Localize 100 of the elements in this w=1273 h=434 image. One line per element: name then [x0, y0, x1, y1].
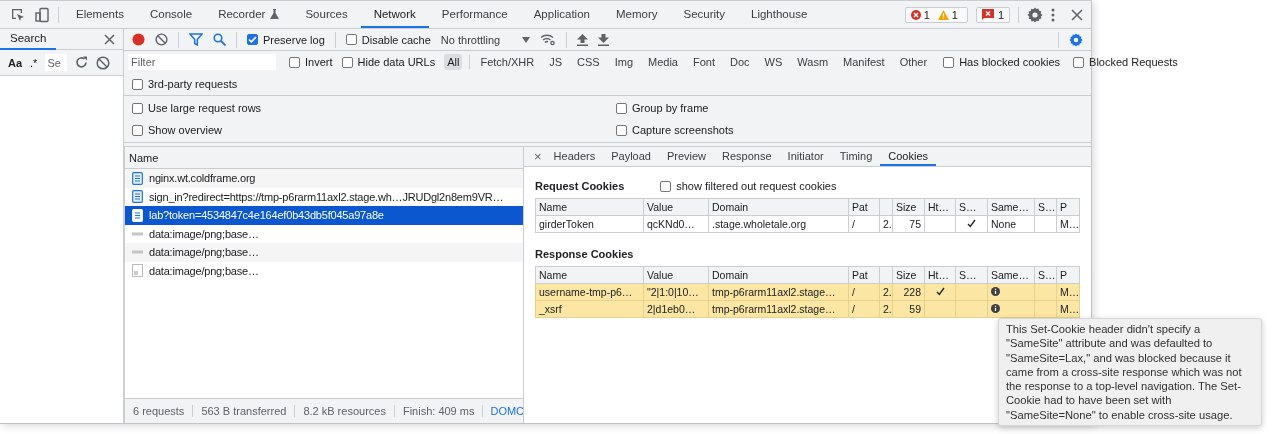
- column-header[interactable]: Name: [125, 147, 523, 169]
- type-filter-button[interactable]: Doc: [727, 54, 753, 70]
- detail-tab[interactable]: Response: [714, 147, 780, 166]
- sidebar-tab[interactable]: Search: [0, 28, 57, 50]
- detail-tab[interactable]: Payload: [603, 147, 659, 166]
- throttling-dropdown[interactable]: No throttling: [440, 33, 531, 46]
- panel-tab[interactable]: Network: [360, 1, 429, 28]
- column-header[interactable]: Same…: [987, 198, 1035, 216]
- panel-tab[interactable]: Sources: [292, 1, 361, 28]
- column-header[interactable]: S…: [1034, 198, 1057, 216]
- type-filter-button[interactable]: JS: [546, 54, 566, 70]
- detail-tab[interactable]: Timing: [831, 147, 881, 166]
- filter-icon[interactable]: [189, 33, 203, 46]
- column-header[interactable]: Ht…: [924, 266, 956, 284]
- inspect-icon[interactable]: [10, 6, 26, 23]
- panel-tab[interactable]: Console: [136, 1, 206, 28]
- column-header[interactable]: Domain: [708, 266, 849, 284]
- request-row[interactable]: sign_in?redirect=https://tmp-p6rarm11axl2.stage.wh…JRUDgl2n8em9VR…: [125, 187, 523, 206]
- setting-checkbox[interactable]: [132, 102, 143, 114]
- column-header[interactable]: P: [1056, 198, 1080, 216]
- flag-icon: [981, 9, 994, 20]
- panel-tab[interactable]: Recorder: [205, 1, 293, 28]
- table-cell: 2.: [879, 215, 893, 233]
- column-header[interactable]: Name: [535, 266, 644, 284]
- preserve-log-checkbox[interactable]: [247, 34, 258, 45]
- type-filter-button[interactable]: WS: [761, 54, 786, 70]
- filter-field[interactable]: Filter: [128, 54, 276, 70]
- column-header[interactable]: S…: [1034, 266, 1057, 284]
- panel-tab[interactable]: Application: [520, 1, 603, 28]
- close-icon[interactable]: [1071, 8, 1083, 21]
- detail-tab[interactable]: Initiator: [779, 147, 832, 166]
- clear-icon[interactable]: [155, 33, 168, 46]
- device-icon[interactable]: [34, 6, 50, 23]
- panel-tab[interactable]: Memory: [602, 1, 671, 28]
- column-header[interactable]: Size: [892, 198, 925, 216]
- panel-tab[interactable]: Lighthouse: [738, 1, 821, 28]
- setting-checkbox[interactable]: [616, 124, 627, 136]
- settings-icon[interactable]: [1027, 6, 1043, 23]
- issues-badge[interactable]: 1: [975, 6, 1010, 23]
- filter-checkbox[interactable]: [289, 56, 300, 68]
- detail-tab[interactable]: Headers: [545, 147, 604, 166]
- request-row[interactable]: data:image/png;base…: [125, 224, 523, 243]
- request-row[interactable]: data:image/png;base…: [125, 243, 523, 262]
- issue-counter[interactable]: 1 1: [904, 6, 968, 23]
- type-filter-button[interactable]: Font: [690, 54, 718, 70]
- show-filtered-checkbox[interactable]: [660, 180, 672, 192]
- column-header[interactable]: S…: [955, 198, 988, 216]
- third-party-checkbox[interactable]: [132, 78, 143, 90]
- column-header[interactable]: Pat: [848, 266, 880, 284]
- column-header[interactable]: Name: [535, 198, 644, 216]
- type-filter-button[interactable]: Fetch/XHR: [477, 54, 538, 70]
- column-header[interactable]: Pat: [848, 198, 880, 216]
- setting-checkbox[interactable]: [132, 124, 143, 136]
- request-row[interactable]: lab?token=4534847c4e164ef0b43db5f045a97a8e: [125, 206, 523, 225]
- disable-cache-checkbox[interactable]: [345, 34, 357, 45]
- column-header[interactable]: Ht…: [924, 198, 956, 216]
- type-filter-button[interactable]: All: [444, 54, 463, 70]
- column-header[interactable]: S…: [955, 266, 988, 284]
- request-row[interactable]: data:image/png;base…: [125, 261, 523, 280]
- clear-icon[interactable]: [96, 55, 111, 70]
- type-filter-button[interactable]: Wasm: [794, 54, 832, 70]
- issue-count: 1: [923, 8, 930, 21]
- type-filter-button[interactable]: Other: [896, 54, 931, 70]
- column-header[interactable]: Value: [643, 198, 709, 216]
- type-filter-button[interactable]: Img: [611, 54, 636, 70]
- wifi-settings-icon[interactable]: [540, 33, 557, 46]
- detail-tab[interactable]: Preview: [658, 147, 715, 166]
- column-header[interactable]: Size: [892, 266, 925, 284]
- upload-icon[interactable]: [577, 33, 589, 46]
- query-input[interactable]: Se: [45, 54, 68, 71]
- panel-tab[interactable]: Security: [670, 1, 738, 28]
- detail-tab[interactable]: Cookies: [880, 147, 937, 166]
- close-icon[interactable]: [104, 33, 115, 45]
- filter-checkbox[interactable]: [1073, 56, 1085, 68]
- panel-tab[interactable]: Performance: [428, 1, 521, 28]
- filter-checkbox[interactable]: [943, 56, 955, 68]
- type-filter-button[interactable]: Manifest: [840, 54, 888, 70]
- search-icon[interactable]: [213, 33, 226, 46]
- settings-icon[interactable]: [1069, 32, 1083, 47]
- setting-checkbox[interactable]: [616, 102, 627, 114]
- close-button[interactable]: ×: [530, 147, 546, 166]
- column-header[interactable]: P: [1056, 266, 1080, 284]
- download-icon[interactable]: [598, 33, 610, 46]
- request-row[interactable]: nginx.wt.coldframe.org: [125, 169, 523, 188]
- info-icon[interactable]: [991, 304, 1000, 313]
- regex-button[interactable]: .*: [30, 56, 38, 69]
- panel-tab[interactable]: Elements: [63, 1, 137, 28]
- column-header[interactable]: Domain: [708, 198, 849, 216]
- type-filter-button[interactable]: CSS: [574, 54, 603, 70]
- type-filter-button[interactable]: Media: [645, 54, 681, 70]
- error-icon: [910, 9, 921, 20]
- info-icon[interactable]: [991, 287, 1000, 296]
- filter-checkbox[interactable]: [341, 56, 353, 68]
- column-header[interactable]: Value: [643, 266, 709, 284]
- match-case-button[interactable]: Aa: [8, 56, 23, 69]
- refresh-icon[interactable]: [75, 56, 89, 69]
- status-link[interactable]: DOMC: [483, 405, 523, 417]
- column-header[interactable]: Same…: [987, 266, 1035, 284]
- record-icon[interactable]: [132, 33, 145, 46]
- more-icon[interactable]: [1051, 7, 1055, 22]
